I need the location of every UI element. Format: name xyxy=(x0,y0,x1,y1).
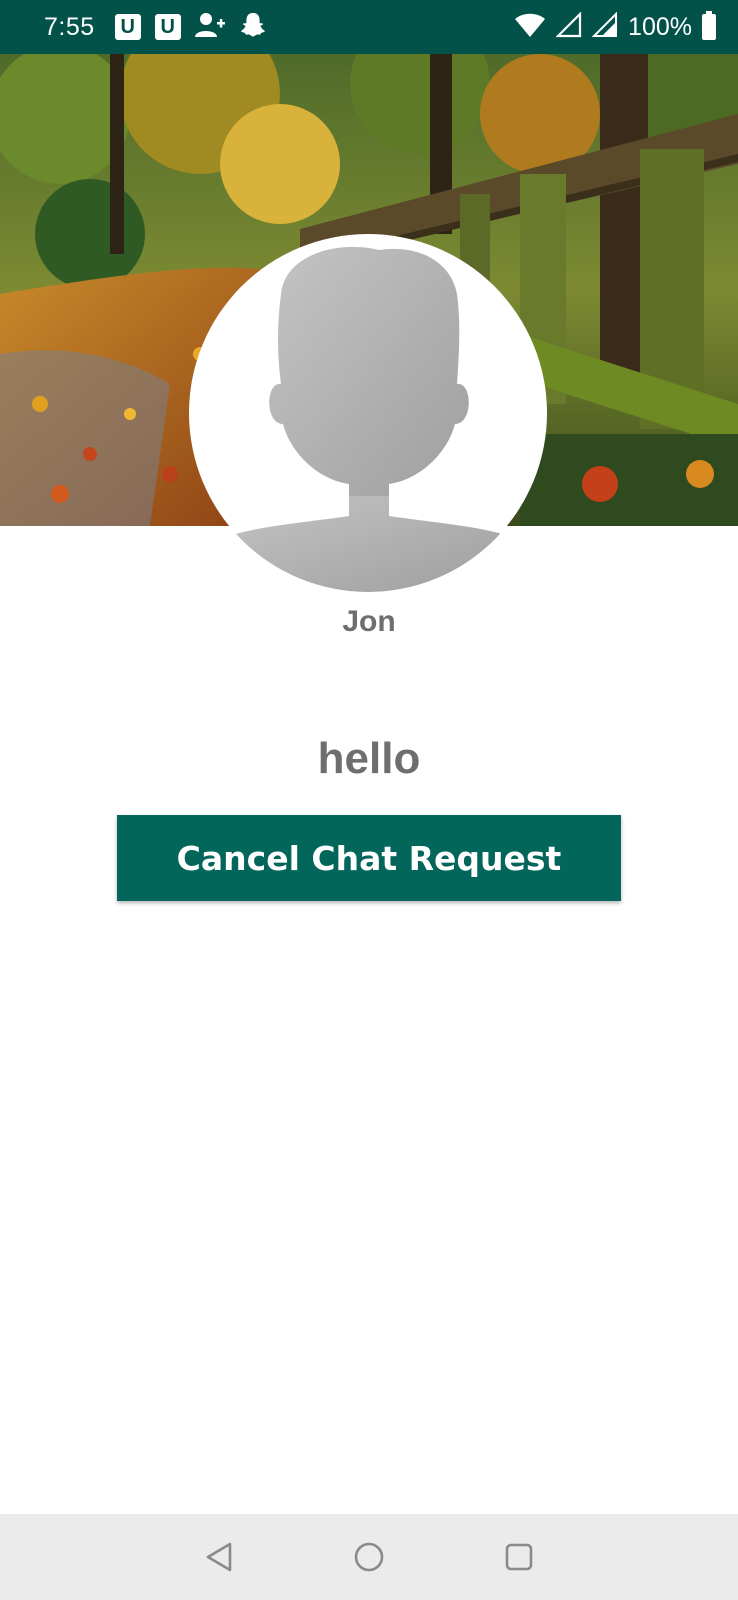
default-avatar-icon xyxy=(229,246,509,592)
status-time: 7:55 xyxy=(44,12,95,41)
u-app-icon: U xyxy=(114,14,141,40)
add-contact-icon xyxy=(194,11,225,44)
profile-status: hello xyxy=(317,734,421,783)
home-icon[interactable] xyxy=(350,1538,388,1576)
battery-percentage: 100% xyxy=(628,12,692,41)
profile-avatar[interactable] xyxy=(189,234,547,592)
snapchat-icon xyxy=(239,11,267,44)
back-icon[interactable] xyxy=(200,1538,238,1576)
navigation-bar xyxy=(0,1514,738,1600)
recents-icon[interactable] xyxy=(500,1538,538,1576)
cell-signal-icon xyxy=(555,10,582,43)
wifi-icon xyxy=(514,12,546,43)
battery-icon xyxy=(702,11,716,40)
u-app-icon: U xyxy=(154,14,181,40)
cell-signal-icon xyxy=(591,11,618,43)
profile-name: Jon xyxy=(342,605,396,638)
status-bar: 7:55 U U 100% xyxy=(0,0,738,54)
cancel-chat-request-button[interactable]: Cancel Chat Request xyxy=(117,815,621,901)
